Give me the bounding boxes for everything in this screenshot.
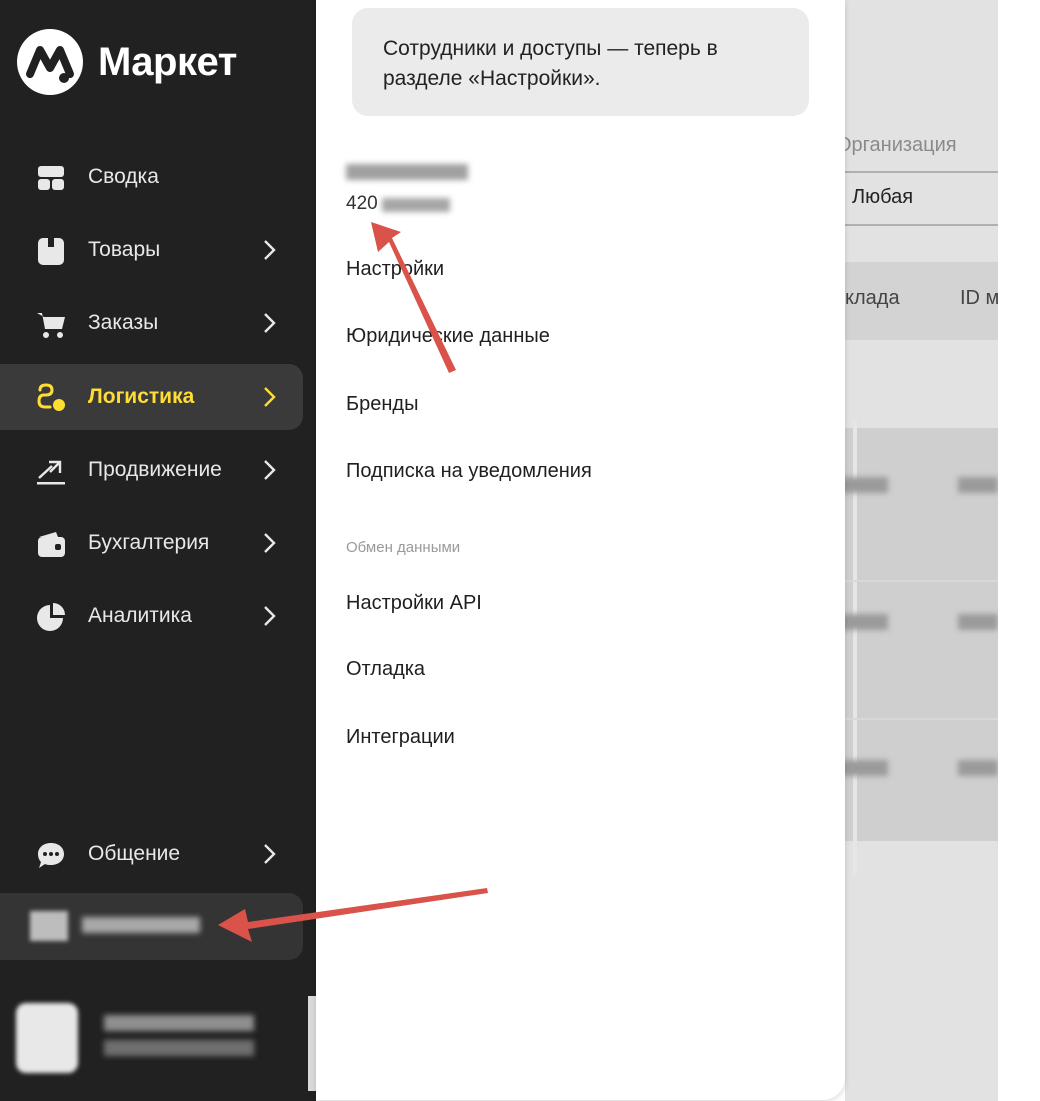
market-logo-icon bbox=[17, 29, 83, 95]
nav-item-communication[interactable]: Общение bbox=[0, 821, 303, 887]
chevron-right-icon bbox=[264, 533, 276, 553]
menu-item-api-settings[interactable]: Настройки API bbox=[346, 592, 482, 615]
menu-item-legal-data[interactable]: Юридические данные bbox=[346, 325, 550, 348]
nav-item-logistics[interactable]: Логистика bbox=[0, 364, 303, 430]
chevron-right-icon bbox=[264, 240, 276, 260]
nav-item-products[interactable]: Товары bbox=[0, 217, 303, 283]
chevron-right-icon bbox=[264, 844, 276, 864]
menu-item-settings[interactable]: Настройки bbox=[346, 258, 444, 281]
nav-label: Заказы bbox=[88, 311, 159, 334]
nav-item-orders[interactable]: Заказы bbox=[0, 290, 303, 356]
route-icon bbox=[37, 383, 65, 411]
nav-label: Товары bbox=[88, 238, 161, 261]
nav-item-accounting[interactable]: Бухгалтерия bbox=[0, 510, 303, 576]
chevron-right-icon bbox=[264, 387, 276, 407]
page-margin bbox=[998, 0, 1040, 1101]
column-header-warehouse: клада bbox=[845, 287, 900, 309]
chevron-right-icon bbox=[264, 606, 276, 626]
divider bbox=[845, 224, 998, 226]
account-menu-panel: Сотрудники и доступы — теперь в разделе … bbox=[316, 0, 845, 1100]
chevron-right-icon bbox=[264, 313, 276, 333]
menu-item-notifications[interactable]: Подписка на уведомления bbox=[346, 460, 592, 483]
menu-item-integrations[interactable]: Интеграции bbox=[346, 726, 455, 749]
organization-filter-label: Организация bbox=[836, 134, 957, 156]
nav-item-summary[interactable]: Сводка bbox=[0, 144, 303, 210]
account-name-redacted bbox=[346, 164, 468, 180]
sidebar: Маркет Сводка Товары Заказы Логистика Пр… bbox=[0, 0, 316, 1101]
account-id: 420 bbox=[346, 193, 378, 214]
nav-item-analytics[interactable]: Аналитика bbox=[0, 583, 303, 649]
table-cell-redacted bbox=[958, 614, 998, 630]
chevron-right-icon bbox=[264, 460, 276, 480]
nav-label: Сводка bbox=[88, 165, 159, 188]
nav-label: Логистика bbox=[88, 385, 195, 408]
box-icon bbox=[38, 238, 64, 265]
table-row-divider bbox=[845, 718, 998, 720]
user-email-redacted bbox=[104, 1040, 254, 1056]
account-avatar bbox=[30, 911, 68, 941]
nav-label: Общение bbox=[88, 842, 181, 865]
account-switcher[interactable] bbox=[0, 893, 303, 960]
table-cell-redacted bbox=[958, 477, 998, 493]
table-cell-redacted bbox=[958, 760, 998, 776]
info-hint-text: Сотрудники и доступы — теперь в разделе … bbox=[383, 37, 718, 90]
menu-item-debug[interactable]: Отладка bbox=[346, 658, 425, 681]
nav-label: Аналитика bbox=[88, 604, 192, 627]
nav-item-promotion[interactable]: Продвижение bbox=[0, 437, 303, 503]
nav-label: Бухгалтерия bbox=[88, 531, 210, 554]
market-logo[interactable]: Маркет bbox=[16, 28, 237, 96]
nav-label: Продвижение bbox=[88, 458, 222, 481]
trend-icon bbox=[37, 460, 65, 485]
column-header-id: ID м bbox=[960, 287, 998, 309]
wallet-icon bbox=[38, 532, 65, 557]
logo-text: Маркет bbox=[98, 39, 237, 84]
menu-item-brands[interactable]: Бренды bbox=[346, 393, 418, 416]
avatar bbox=[16, 1003, 78, 1073]
info-hint: Сотрудники и доступы — теперь в разделе … bbox=[352, 8, 809, 116]
section-title-data-exchange: Обмен данными bbox=[346, 539, 461, 556]
cart-icon bbox=[37, 313, 65, 338]
table-row-divider bbox=[845, 580, 998, 582]
account-name-redacted bbox=[82, 917, 200, 933]
dashboard-icon bbox=[38, 166, 64, 190]
divider bbox=[845, 171, 998, 173]
account-id-redacted bbox=[382, 198, 450, 212]
user-name-redacted bbox=[104, 1015, 254, 1031]
organization-filter-select[interactable]: Любая bbox=[852, 186, 913, 209]
user-profile[interactable] bbox=[14, 1000, 314, 1080]
pie-chart-icon bbox=[37, 603, 65, 631]
chat-bubble-icon bbox=[38, 843, 64, 868]
